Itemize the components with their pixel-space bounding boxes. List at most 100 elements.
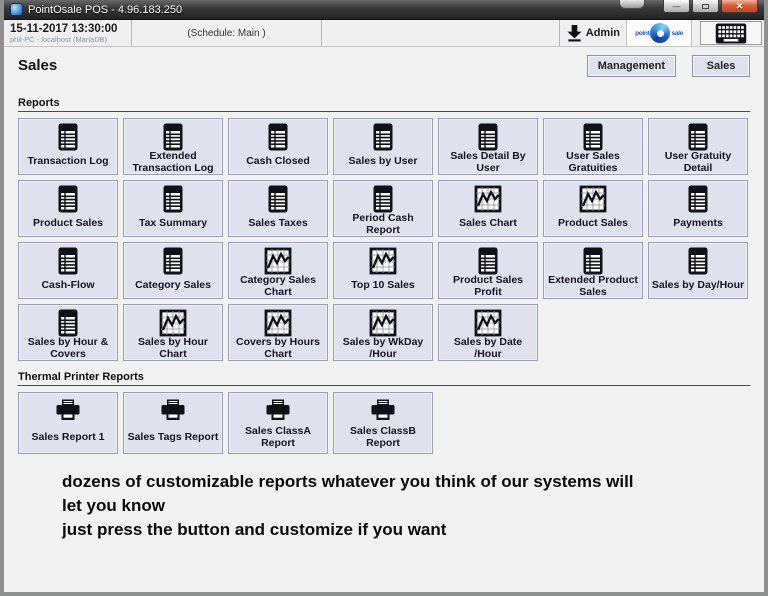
report-button[interactable]: Covers by Hours Chart [228, 304, 328, 361]
table-icon [474, 123, 502, 151]
table-icon [369, 185, 397, 213]
footer-note: dozens of customizable reports whatever … [62, 470, 750, 542]
report-button[interactable]: Sales by WkDay /Hour [333, 304, 433, 361]
chart-icon [474, 185, 502, 213]
printer-icon [54, 397, 82, 425]
header-bar: 15-11-2017 13:30:00 phil-PC - localhost … [4, 20, 764, 47]
report-button[interactable]: User Gratuity Detail [648, 118, 748, 175]
table-icon [159, 247, 187, 275]
report-button[interactable]: Transaction Log [18, 118, 118, 175]
report-button[interactable]: Sales Chart [438, 180, 538, 237]
table-icon [159, 123, 187, 151]
minimize-icon[interactable]: — [663, 0, 690, 13]
printer-icon [159, 397, 187, 425]
reports-grid: Transaction Log Extended Transaction Log… [18, 118, 750, 361]
table-icon [54, 123, 82, 151]
datetime-text: 15-11-2017 13:30:00 [10, 23, 125, 35]
chart-icon [264, 309, 292, 337]
sales-page: Sales Management Sales Reports Transacti… [4, 47, 764, 592]
app-icon [10, 3, 23, 16]
thermal-divider [18, 385, 750, 386]
chart-icon [159, 309, 187, 337]
table-icon [579, 123, 607, 151]
logo-text-right: sale [671, 30, 682, 37]
admin-label: Admin [586, 27, 620, 39]
table-icon [579, 247, 607, 275]
chart-icon [474, 309, 502, 337]
title-bar[interactable]: PointOsale POS - 4.96.183.250 — ✕ [4, 0, 764, 20]
printer-icon [369, 397, 397, 425]
report-button[interactable]: Cash Closed [228, 118, 328, 175]
report-button[interactable]: Category Sales Chart [228, 242, 328, 299]
note-line-3: just press the button and customize if y… [62, 518, 750, 542]
management-button[interactable]: Management [587, 55, 676, 77]
table-icon [684, 247, 712, 275]
nav-buttons: Management Sales [587, 55, 750, 77]
window-pill-button[interactable] [619, 0, 645, 9]
download-arrow-icon [566, 24, 583, 42]
sales-button[interactable]: Sales [692, 55, 750, 77]
report-button[interactable]: Sales by Hour & Covers [18, 304, 118, 361]
report-button[interactable]: Tax Summary [123, 180, 223, 237]
report-button[interactable]: Extended Product Sales [543, 242, 643, 299]
connection-text: phil-PC - localhost (MariaDB) [10, 35, 125, 44]
admin-button[interactable]: Admin [560, 20, 626, 46]
report-button[interactable]: Sales by Day/Hour [648, 242, 748, 299]
report-button[interactable]: Sales Taxes [228, 180, 328, 237]
table-icon [54, 247, 82, 275]
report-button[interactable]: Sales by User [333, 118, 433, 175]
report-button[interactable]: Product Sales [543, 180, 643, 237]
table-icon [159, 185, 187, 213]
logo-swirl-icon [650, 23, 670, 43]
datetime-cell: 15-11-2017 13:30:00 phil-PC - localhost … [4, 20, 132, 46]
report-button[interactable]: Extended Transaction Log [123, 118, 223, 175]
reports-divider [18, 111, 750, 112]
thermal-report-button[interactable]: Sales ClassA Report [228, 392, 328, 454]
table-icon [369, 123, 397, 151]
chart-icon [264, 247, 292, 275]
schedule-cell: (Schedule: Main ) [132, 20, 322, 46]
thermal-report-button[interactable]: Sales Report 1 [18, 392, 118, 454]
logo-text-left: point [635, 30, 649, 37]
keyboard-button[interactable] [700, 21, 762, 45]
report-button[interactable]: Sales Detail By User [438, 118, 538, 175]
note-line-2: let you know [62, 494, 750, 518]
schedule-text: (Schedule: Main ) [187, 28, 265, 39]
report-button[interactable]: Sales by Hour Chart [123, 304, 223, 361]
maximize-icon[interactable] [692, 0, 719, 13]
window-title: PointOsale POS - 4.96.183.250 [28, 4, 182, 16]
table-icon [54, 309, 82, 337]
keyboard-icon [715, 23, 747, 44]
window-controls: — ✕ [619, 0, 758, 13]
page-title: Sales [18, 55, 57, 74]
thermal-report-button[interactable]: Sales Tags Report [123, 392, 223, 454]
chart-icon [369, 247, 397, 275]
printer-icon [264, 397, 292, 425]
report-button[interactable]: User Sales Gratuities [543, 118, 643, 175]
app-window: PointOsale POS - 4.96.183.250 — ✕ 15-11-… [0, 0, 768, 596]
close-icon[interactable]: ✕ [721, 0, 758, 13]
report-button[interactable]: Category Sales [123, 242, 223, 299]
chart-icon [369, 309, 397, 337]
table-icon [474, 247, 502, 275]
header-spacer [322, 20, 560, 46]
report-button[interactable]: Product Sales [18, 180, 118, 237]
reports-section-label: Reports [18, 97, 750, 109]
thermal-report-button[interactable]: Sales ClassB Report [333, 392, 433, 454]
report-button[interactable]: Cash-Flow [18, 242, 118, 299]
report-button[interactable]: Top 10 Sales [333, 242, 433, 299]
page-title-row: Sales Management Sales [18, 55, 750, 87]
note-line-1: dozens of customizable reports whatever … [62, 470, 750, 494]
thermal-grid: Sales Report 1 Sales Tags Report Sales C… [18, 392, 750, 454]
report-button[interactable]: Period Cash Report [333, 180, 433, 237]
table-icon [54, 185, 82, 213]
table-icon [684, 185, 712, 213]
table-icon [684, 123, 712, 151]
chart-icon [579, 185, 607, 213]
report-button[interactable]: Sales by Date /Hour [438, 304, 538, 361]
table-icon [264, 185, 292, 213]
pointosale-logo[interactable]: point sale [626, 20, 692, 46]
thermal-section-label: Thermal Printer Reports [18, 371, 750, 383]
report-button[interactable]: Payments [648, 180, 748, 237]
report-button[interactable]: Product Sales Profit [438, 242, 538, 299]
